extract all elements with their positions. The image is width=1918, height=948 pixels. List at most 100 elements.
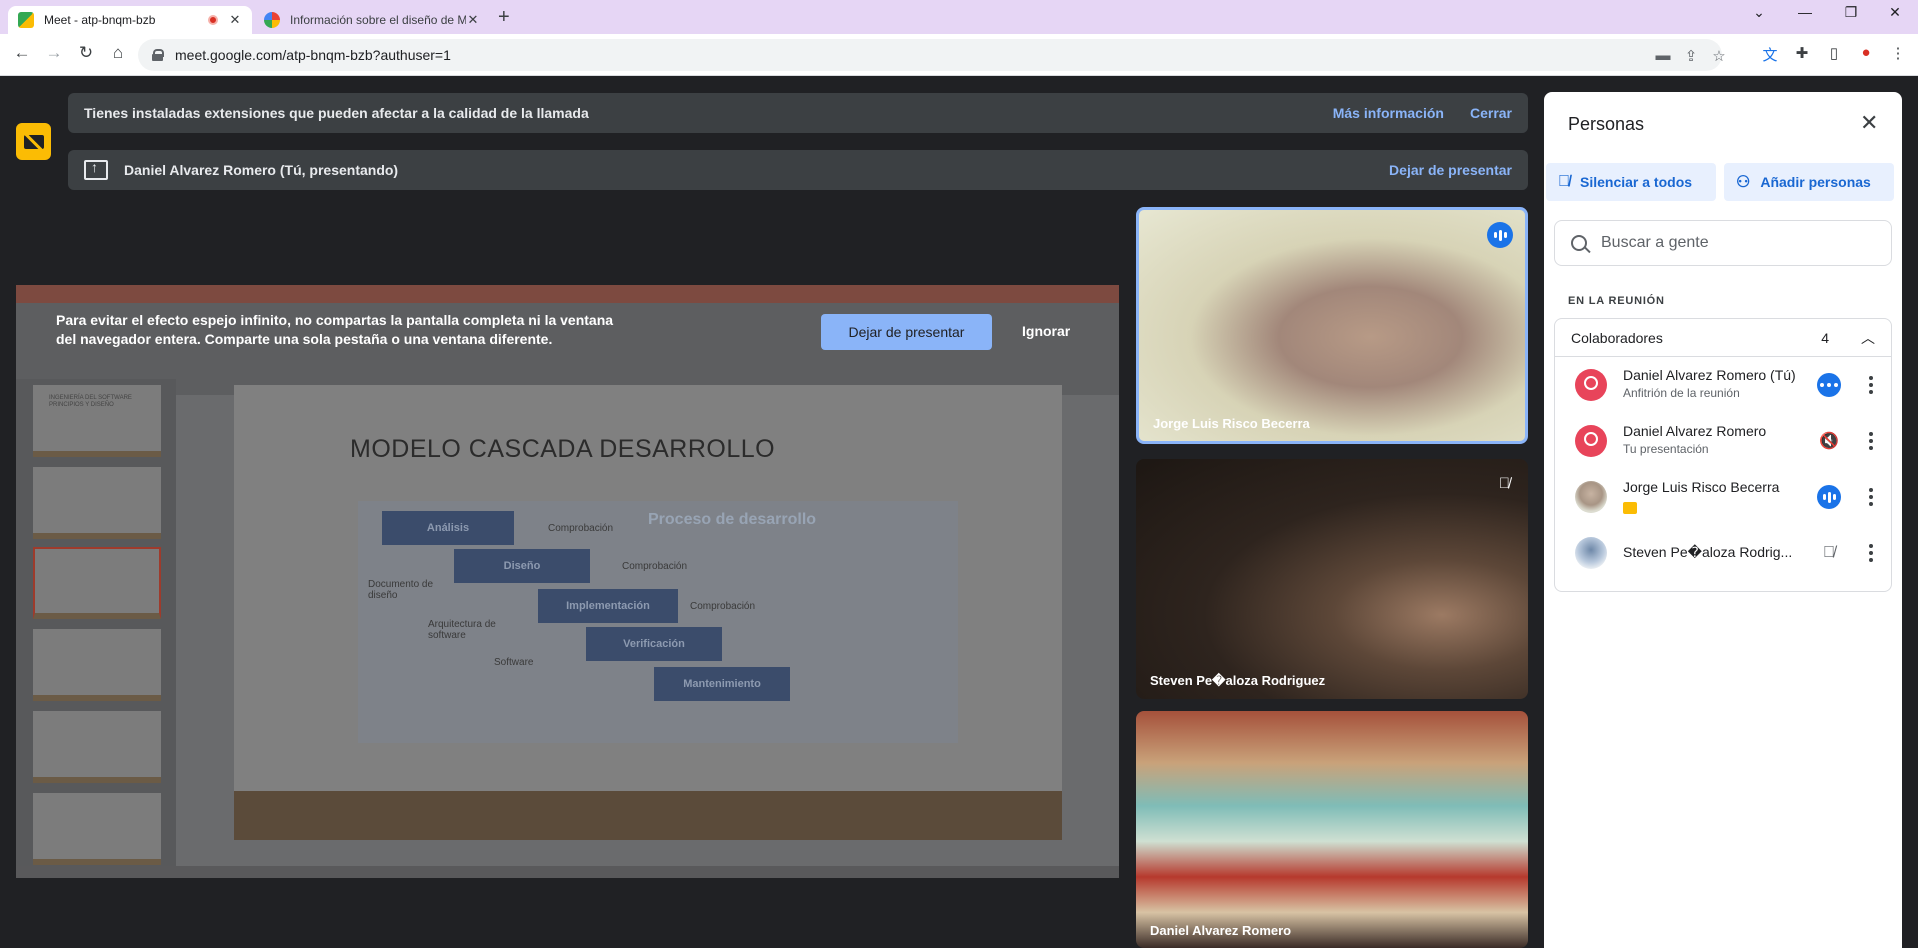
- arch-label: Arquitectura de software: [428, 619, 496, 641]
- slide-thumb: INGENIERÍA DEL SOFTWARE PRINCIPIOS Y DIS…: [33, 385, 161, 457]
- participant-row[interactable]: Daniel Alvarez Romero Tu presentación 🔇: [1555, 413, 1891, 469]
- minimize-icon[interactable]: —: [1790, 4, 1820, 20]
- google-favicon-icon: [264, 12, 280, 28]
- mic-off-icon[interactable]: 🎙̸: [1817, 541, 1841, 565]
- forward-icon[interactable]: →: [42, 43, 66, 63]
- check-label: Comprobación: [622, 561, 688, 572]
- back-icon[interactable]: ←: [10, 43, 34, 63]
- close-banner-button[interactable]: Cerrar: [1470, 105, 1512, 121]
- close-tab-icon[interactable]: ✕: [466, 12, 480, 28]
- group-header[interactable]: Colaboradores 4 ︿: [1555, 319, 1891, 357]
- step-verificacion: Verificación: [586, 627, 722, 661]
- meet-favicon-icon: [18, 12, 34, 28]
- new-tab-button[interactable]: +: [498, 6, 510, 29]
- participant-name: Daniel Alvarez Romero: [1623, 423, 1767, 439]
- step-analisis: Análisis: [382, 511, 514, 545]
- present-screen-icon: [84, 159, 108, 180]
- add-person-icon: ⚇: [1736, 174, 1751, 191]
- participant-group: Colaboradores 4 ︿ Daniel Alvarez Romero …: [1554, 318, 1892, 592]
- step-diseno: Diseño: [454, 549, 590, 583]
- participant-name: Jorge Luis Risco Becerra: [1623, 479, 1780, 495]
- presenting-banner: Daniel Alvarez Romero (Tú, presentando) …: [68, 150, 1528, 190]
- current-slide: MODELO CASCADA DESARROLLO Proceso de des…: [234, 385, 1062, 840]
- browser-tab-strip: Meet - atp-bnqm-bzb ✕ Información sobre …: [0, 0, 1918, 34]
- tab-search-chevron-icon[interactable]: ⌄: [1744, 4, 1774, 21]
- tab-title: Información sobre el diseño de M: [290, 13, 466, 27]
- mute-all-button[interactable]: 🎙̸ Silenciar a todos: [1546, 163, 1716, 201]
- participant-tile[interactable]: Daniel Alvarez Romero: [1136, 711, 1528, 948]
- participant-tile[interactable]: Jorge Luis Risco Becerra: [1136, 207, 1528, 444]
- powerpoint-statusbar: [16, 866, 1119, 878]
- ignore-button[interactable]: Ignorar: [1022, 323, 1070, 339]
- share-icon[interactable]: ⇪: [1680, 47, 1702, 65]
- close-window-icon[interactable]: ✕: [1880, 4, 1910, 21]
- tab-info[interactable]: Información sobre el diseño de M ✕: [254, 6, 490, 34]
- shared-screen: INGENIERÍA DEL SOFTWARE PRINCIPIOS Y DIS…: [16, 285, 1119, 878]
- doc-label: Documento de diseño: [368, 579, 434, 601]
- side-panel-icon[interactable]: ▯: [1822, 44, 1846, 62]
- participant-name: Daniel Alvarez Romero: [1150, 923, 1292, 938]
- slide-thumb-selected: [33, 547, 161, 619]
- translate-icon[interactable]: 文: [1758, 44, 1782, 65]
- avatar: [1575, 537, 1607, 569]
- group-name: Colaboradores: [1571, 329, 1663, 346]
- diagram-title: Proceso de desarrollo: [648, 511, 817, 528]
- participant-role: Tu presentación: [1623, 442, 1709, 456]
- profile-avatar[interactable]: ●: [1854, 44, 1878, 61]
- search-input[interactable]: Buscar a gente: [1554, 220, 1892, 266]
- avatar: [1575, 369, 1607, 401]
- step-mantenimiento: Mantenimiento: [654, 667, 790, 701]
- camera-icon[interactable]: ▬: [1652, 47, 1674, 64]
- kebab-menu-icon[interactable]: [1861, 485, 1881, 509]
- bookmark-star-icon[interactable]: ☆: [1708, 47, 1730, 65]
- participant-row[interactable]: Daniel Alvarez Romero (Tú) Anfitrión de …: [1555, 357, 1891, 413]
- slide-title: MODELO CASCADA DESARROLLO: [350, 435, 776, 463]
- mic-off-icon: 🎙̸: [1498, 475, 1510, 492]
- section-label: EN LA REUNIÓN: [1568, 295, 1665, 307]
- more-info-link[interactable]: Más información: [1333, 105, 1444, 121]
- slide-floor: [234, 791, 1062, 840]
- participant-row[interactable]: Jorge Luis Risco Becerra: [1555, 469, 1891, 525]
- participant-tile[interactable]: 🎙̸ Steven Pe�aloza Rodriguez: [1136, 459, 1528, 699]
- browser-toolbar: ← → ↻ ⌂ meet.google.com/atp-bnqm-bzb?aut…: [0, 34, 1918, 76]
- participant-row[interactable]: Steven Pe�aloza Rodrig... 🎙̸: [1555, 525, 1891, 581]
- waterfall-diagram: Proceso de desarrollo Análisis Diseño Im…: [358, 501, 958, 743]
- mute-all-label: Silenciar a todos: [1580, 174, 1693, 190]
- check-label: Comprobación: [690, 601, 756, 612]
- add-people-button[interactable]: ⚇ Añadir personas: [1724, 163, 1894, 201]
- close-tab-icon[interactable]: ✕: [228, 12, 242, 28]
- kebab-menu-icon[interactable]: [1861, 429, 1881, 453]
- presenting-badge-icon: [1623, 502, 1637, 514]
- presentation-badge-icon[interactable]: [16, 123, 51, 160]
- extensions-icon[interactable]: ✚: [1790, 44, 1814, 62]
- slide-thumbnails: INGENIERÍA DEL SOFTWARE PRINCIPIOS Y DIS…: [16, 379, 176, 878]
- extensions-warning-banner: Tienes instaladas extensiones que pueden…: [68, 93, 1528, 133]
- kebab-menu-icon[interactable]: [1861, 541, 1881, 565]
- panel-title: Personas: [1568, 114, 1645, 134]
- browser-menu-icon[interactable]: ⋮: [1886, 44, 1910, 62]
- more-options-dots-icon[interactable]: [1817, 373, 1841, 397]
- reload-icon[interactable]: ↻: [74, 43, 98, 63]
- close-icon[interactable]: ✕: [1860, 110, 1878, 136]
- mic-off-icon: 🎙̸: [1558, 173, 1570, 190]
- tab-meet[interactable]: Meet - atp-bnqm-bzb ✕: [8, 6, 252, 34]
- slide-thumb: [33, 793, 161, 865]
- participant-name: Jorge Luis Risco Becerra: [1153, 416, 1310, 431]
- participant-role: Anfitrión de la reunión: [1623, 386, 1740, 400]
- avatar: [1575, 481, 1607, 513]
- address-bar[interactable]: meet.google.com/atp-bnqm-bzb?authuser=1 …: [138, 39, 1726, 71]
- share-warning-text: Para evitar el efecto espejo infinito, n…: [56, 312, 614, 347]
- slide-thumb: [33, 467, 161, 539]
- stop-presenting-link[interactable]: Dejar de presentar: [1389, 162, 1512, 178]
- chevron-up-icon[interactable]: ︿: [1861, 328, 1875, 348]
- stop-presenting-button[interactable]: Dejar de presentar: [821, 314, 992, 350]
- recording-indicator-icon: [208, 15, 218, 25]
- restore-icon[interactable]: ❐: [1836, 4, 1866, 21]
- people-panel: Personas ✕ 🎙̸ Silenciar a todos ⚇ Añadir…: [1544, 92, 1902, 948]
- volume-off-icon[interactable]: 🔇: [1817, 429, 1841, 453]
- thumb-text: INGENIERÍA DEL SOFTWARE PRINCIPIOS Y DIS…: [49, 395, 132, 408]
- kebab-menu-icon[interactable]: [1861, 373, 1881, 397]
- speaking-indicator-icon: [1817, 485, 1841, 509]
- home-icon[interactable]: ⌂: [106, 43, 130, 63]
- tab-title: Meet - atp-bnqm-bzb: [44, 13, 156, 27]
